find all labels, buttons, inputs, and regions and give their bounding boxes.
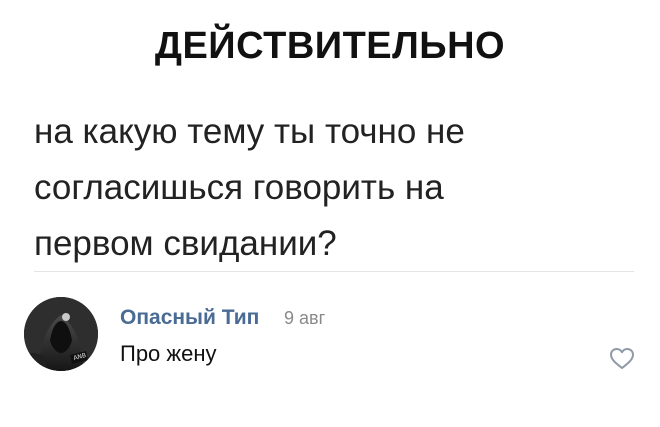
comment-text: Про жену xyxy=(120,341,217,366)
post-text-line-3: первом свидании? xyxy=(34,224,337,263)
user-avatar-icon: ANB xyxy=(24,297,98,371)
page-title: ДЕЙСТВИТЕЛЬНО xyxy=(154,24,506,67)
divider xyxy=(34,271,634,272)
heart-outline-icon[interactable] xyxy=(608,345,636,371)
post-text-line-1: на какую тему ты точно не xyxy=(34,112,465,151)
comment-date: 9 авг xyxy=(284,308,326,328)
comment-author[interactable]: Опасный Тип xyxy=(120,306,259,330)
meme-header: ДЕЙСТВИТЕЛЬНО xyxy=(0,0,660,84)
post-text-line-2: согласишься говорить на xyxy=(34,168,444,207)
post-text: на какую тему ты точно не согласишься го… xyxy=(34,104,624,272)
comment: ANB Опасный Тип 9 авг Про жену xyxy=(24,295,644,385)
avatar[interactable]: ANB xyxy=(24,297,98,371)
